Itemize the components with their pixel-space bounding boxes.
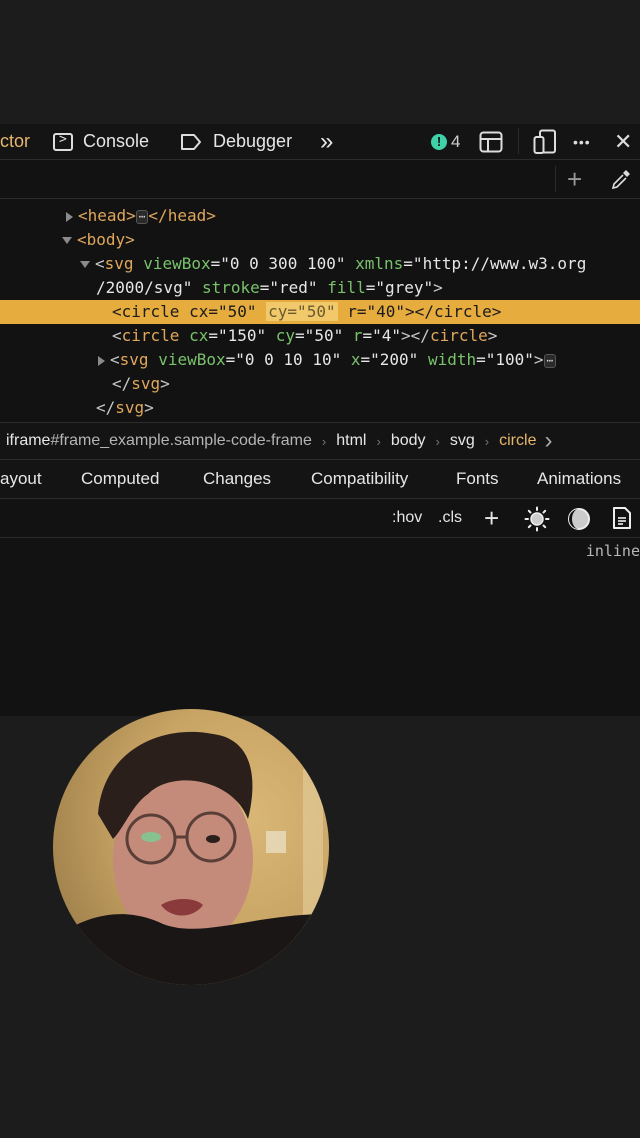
breadcrumb-separator: › [376, 433, 381, 449]
breadcrumb-separator: › [484, 433, 490, 449]
breadcrumb: iframe#frame_example.sample-code-frame ›… [0, 422, 640, 460]
breadcrumb-svg[interactable]: svg [450, 432, 475, 450]
filterbar-divider [555, 166, 556, 192]
tab-animations[interactable]: Animations [537, 460, 621, 498]
more-options-button[interactable]: ••• [573, 124, 591, 159]
tab-inspector-label: ctor [0, 131, 31, 151]
breadcrumb-html[interactable]: html [336, 432, 366, 450]
dock-layout-icon [479, 131, 503, 152]
node-svg-inner-close: </svg> [112, 374, 170, 393]
node-svg[interactable]: <svg viewBox="0 0 300 100" xmlns="http:/… [0, 252, 640, 276]
collapse-arrow-icon[interactable] [62, 237, 72, 244]
document-icon [613, 507, 631, 529]
collapse-arrow-icon[interactable] [80, 261, 90, 268]
node-body[interactable]: <body> [0, 228, 640, 252]
sun-icon [524, 506, 550, 532]
node-circle-selected[interactable]: <circle cx="50" cy="50" r="40"></circle> [0, 300, 640, 324]
breadcrumb-circle[interactable]: circle [499, 432, 536, 450]
more-options-icon: ••• [573, 133, 591, 150]
warnings-button[interactable]: ! 4 [431, 124, 460, 159]
warning-count: 4 [451, 131, 461, 151]
expand-arrow-icon[interactable] [98, 355, 105, 366]
debugger-icon [181, 133, 201, 150]
tab-debugger[interactable]: Debugger [180, 124, 292, 159]
node-head[interactable]: <head> ⋯ </head> [0, 204, 640, 228]
responsive-design-icon [533, 129, 556, 154]
breadcrumb-separator: › [435, 433, 440, 449]
webcam-avatar [53, 709, 329, 985]
person-video-image [53, 731, 329, 985]
collapsed-ellipsis[interactable]: ⋯ [135, 209, 149, 224]
warning-icon: ! [431, 133, 447, 150]
classes-button[interactable]: .cls [438, 499, 462, 537]
highlighted-attribute[interactable]: cy="50" [266, 302, 338, 321]
plus-icon: + [567, 164, 583, 194]
devtools-toolbar: ctor Console Debugger » ! 4 [0, 124, 640, 160]
dark-scheme-button[interactable] [567, 507, 591, 531]
breadcrumb-scroll-right[interactable]: › [544, 427, 552, 455]
tab-inspector[interactable]: ctor [0, 124, 30, 159]
breadcrumb-body[interactable]: body [391, 432, 426, 450]
eyedropper-button[interactable] [610, 168, 632, 195]
collapsed-ellipsis[interactable]: ⋯ [543, 353, 557, 368]
breadcrumb-frame[interactable]: iframe#frame_example.sample-code-frame [0, 432, 312, 450]
add-rule-button[interactable]: + [484, 499, 499, 537]
responsive-design-button[interactable] [533, 124, 557, 159]
tab-layout[interactable]: ayout [0, 460, 42, 498]
toolbar-divider [518, 128, 519, 154]
hover-pseudo-button[interactable]: :hov [392, 499, 422, 537]
close-devtools-button[interactable]: ✕ [614, 124, 632, 159]
eyedropper-icon [611, 170, 630, 190]
double-chevron-icon: » [320, 127, 334, 155]
tab-changes[interactable]: Changes [203, 460, 271, 498]
expand-arrow-icon[interactable] [66, 211, 73, 222]
console-icon [53, 132, 73, 151]
tab-debugger-label: Debugger [213, 131, 293, 151]
tab-console[interactable]: Console [53, 124, 149, 159]
dark-mode-icon [568, 508, 590, 530]
add-node-button[interactable]: + [567, 164, 582, 194]
markup-search-bar[interactable]: + [0, 160, 640, 199]
node-svg-inner[interactable]: <svg viewBox="0 0 10 10" x="200" width="… [0, 348, 640, 372]
inline-style-source: inline [585, 542, 640, 560]
devtools-panel: ctor Console Debugger » ! 4 [0, 124, 640, 716]
node-svg-close: </svg> [96, 398, 154, 417]
node-circle[interactable]: <circle cx="150" cy="50" r="4"></circle> [0, 324, 640, 348]
dock-layout-button[interactable] [479, 124, 503, 159]
rules-toolbar: :hov .cls + [0, 499, 640, 538]
light-scheme-button[interactable] [524, 506, 550, 532]
markup-tree: <head> ⋯ </head> <body> <svg viewBox="0 0 … [0, 200, 640, 420]
tab-computed[interactable]: Computed [81, 460, 159, 498]
more-tabs-button[interactable]: » [320, 124, 334, 159]
tab-compatibility[interactable]: Compatibility [311, 460, 408, 498]
close-icon: ✕ [614, 128, 633, 154]
tab-console-label: Console [83, 131, 150, 151]
sidepanel-tabs: ayout Computed Changes Compatibility Fon… [0, 460, 640, 499]
node-svg-cont[interactable]: /2000/svg" stroke="red" fill="grey"> [0, 276, 640, 300]
tab-fonts[interactable]: Fonts [456, 460, 499, 498]
breadcrumb-separator: › [321, 433, 327, 449]
print-media-button[interactable] [612, 506, 632, 530]
